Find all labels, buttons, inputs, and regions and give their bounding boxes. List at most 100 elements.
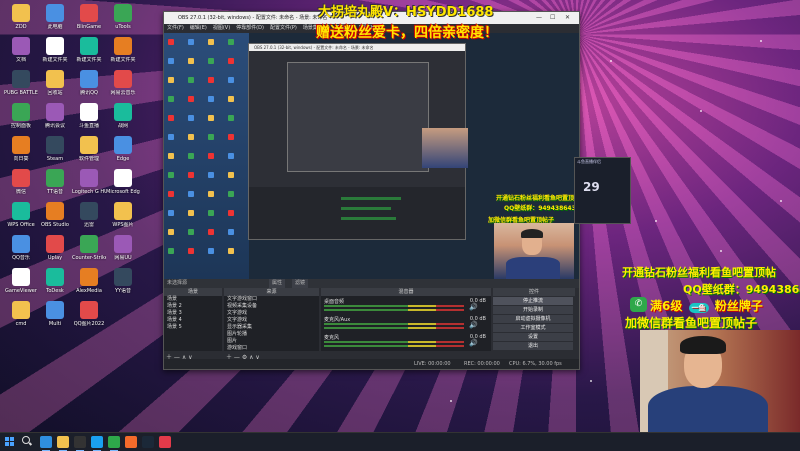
speaker-icon[interactable]: 🔊 [469, 303, 478, 311]
desktop-icon[interactable]: Multi [38, 301, 72, 327]
mixer-channel[interactable]: 麦克风/Aux 0.0 dB 🔊 [324, 316, 488, 333]
desktop-icon[interactable]: 回收站 [38, 70, 72, 96]
speaker-icon[interactable]: 🔊 [469, 321, 478, 329]
volume-meter [324, 345, 464, 347]
scene-item[interactable]: 场景 5 [164, 324, 222, 331]
obs-menu-item[interactable]: 文件(F) [167, 25, 184, 31]
wechat-icon[interactable] [108, 436, 120, 451]
source-item[interactable]: 视频采集设备 [224, 303, 319, 310]
scene-item[interactable]: 场景 3 [164, 310, 222, 317]
desktop-icon[interactable]: 战网 [106, 103, 140, 129]
desktop-icon-label: 微信 [15, 189, 26, 195]
scene-item[interactable]: 场景 4 [164, 317, 222, 324]
obs-menu-item[interactable]: 视图(V) [213, 25, 230, 31]
sources-list[interactable]: 文字游戏窗口 视频采集设备 文字游戏 文字游戏 显示器采集 图片轮播 图片 游戏窗口 [224, 296, 319, 351]
live-companion-window[interactable]: 斗鱼直播伴侣 29 [574, 157, 631, 224]
desktop-icon-label: 控制面板 [10, 123, 31, 129]
desktop-icon[interactable]: ZDD [4, 4, 38, 30]
desktop-icon[interactable]: BlinGame [72, 4, 106, 30]
preview-overlay-qq: QQ壁纸群：949438643 [504, 205, 576, 212]
desktop-icon[interactable]: QQ音乐 [4, 235, 38, 261]
desktop-icon[interactable]: 网易云音乐 [106, 70, 140, 96]
obs-menu-item[interactable]: 编辑(E) [190, 25, 207, 31]
steam-icon[interactable] [142, 436, 154, 448]
scene-item[interactable]: 场景 2 [164, 303, 222, 310]
scene-item[interactable]: 场景 [164, 296, 222, 303]
desktop-icon[interactable]: cmd [4, 301, 38, 327]
audio-mixer[interactable]: 桌面音频 0.0 dB 🔊 麦克风/Aux 0.0 dB 🔊 麦克风 0.0 dB 🔊 [321, 296, 491, 351]
obs-menu-item[interactable]: 配置文件(P) [270, 25, 297, 31]
desktop-icon[interactable]: 此电脑 [38, 4, 72, 30]
source-item[interactable]: 图片 [224, 338, 319, 345]
desktop-icon[interactable]: 斗鱼直播 [72, 103, 106, 129]
desktop-icon-label: 新建文件夹 [42, 57, 68, 63]
scenes-list[interactable]: 场景 场景 2 场景 3 场景 4 场景 5 [164, 296, 222, 351]
desktop-icon[interactable]: GameViewer [4, 268, 38, 294]
control-button[interactable]: 启动虚拟摄像机 [493, 315, 573, 323]
desktop-icon[interactable]: Uplay [38, 235, 72, 261]
desktop-icon[interactable]: PUBG BATTLEGROUNDS [4, 70, 38, 96]
desktop-icon[interactable]: Counter-Strike [72, 235, 106, 261]
music-icon[interactable] [159, 436, 171, 448]
minimize-icon[interactable]: — [536, 12, 542, 24]
desktop-icon[interactable]: AlexMedia [72, 268, 106, 294]
explorer-icon[interactable] [57, 436, 69, 451]
desktop-icon[interactable]: Edge [106, 136, 140, 162]
speaker-icon[interactable]: 🔊 [469, 339, 478, 347]
search-icon[interactable] [22, 436, 30, 444]
control-button[interactable]: 开始录制 [493, 306, 573, 314]
source-item[interactable]: 游戏窗口 [224, 345, 319, 352]
source-item[interactable]: 文字游戏窗口 [224, 296, 319, 303]
desktop-icon[interactable]: WPS图片 [106, 202, 140, 228]
obs-menu-item[interactable]: 停靠部件(D) [236, 25, 264, 31]
desktop-icon[interactable]: WPS Office [4, 202, 38, 228]
desktop-icon[interactable]: QQ图片2022 [72, 301, 106, 327]
desktop-icon[interactable]: 腾讯会议 [38, 103, 72, 129]
source-item[interactable]: 文字游戏 [224, 310, 319, 317]
desktop-icon[interactable]: 软件管理 [72, 136, 106, 162]
desktop-icon[interactable]: 腾讯QQ [72, 70, 106, 96]
desktop-icon[interactable]: 新建文件夹 [106, 37, 140, 63]
maximize-icon[interactable]: ☐ [550, 12, 555, 24]
control-button[interactable]: 设置 [493, 333, 573, 341]
desktop-icon[interactable]: Microsoft Edge [106, 169, 140, 195]
windows-start-icon[interactable] [5, 437, 14, 446]
desktop-icon[interactable]: 微信 [4, 169, 38, 195]
desktop-icon[interactable]: 控制面板 [4, 103, 38, 129]
edge-icon[interactable] [40, 436, 52, 451]
obs-preview[interactable]: OBS 27.0.1 (32-bit, windows) - 配置文件: 未命名… [164, 33, 579, 279]
desktop-icon-label: 网易云音乐 [110, 90, 136, 96]
desktop-icon[interactable]: uTools [106, 4, 140, 30]
douyu-icon[interactable] [125, 436, 137, 448]
desktop-icon[interactable]: ToDesk [38, 268, 72, 294]
desktop-icon[interactable]: 迅雷 [72, 202, 106, 228]
control-button[interactable]: 退出 [493, 342, 573, 350]
desktop-icon[interactable]: Logitech G HUB [72, 169, 106, 195]
control-button[interactable]: 停止推流 [493, 297, 573, 305]
obs-icon[interactable] [74, 436, 86, 451]
desktop-icon[interactable]: TT语音 [38, 169, 72, 195]
desktop-icon[interactable]: 网易UU [106, 235, 140, 261]
mixer-channel[interactable]: 麦克风 0.0 dB 🔊 [324, 334, 488, 351]
desktop-icon[interactable]: Steam [38, 136, 72, 162]
filters-button[interactable]: 滤镜 [292, 279, 309, 288]
desktop-icon-label: 软件管理 [78, 156, 99, 162]
source-item[interactable]: 显示器采集 [224, 324, 319, 331]
obs-window[interactable]: OBS 27.0.1 (32-bit, windows) - 配置文件: 未命名… [163, 11, 580, 370]
volume-meter [324, 305, 464, 307]
desktop-icon[interactable]: 向日葵 [4, 136, 38, 162]
mixer-channel[interactable]: 桌面音频 0.0 dB 🔊 [324, 298, 488, 315]
desktop-icon[interactable]: OBS Studio [38, 202, 72, 228]
desktop-icon-label: QQ图片2022 [73, 321, 105, 327]
source-item[interactable]: 文字游戏 [224, 317, 319, 324]
desktop-icon[interactable]: YY语音 [106, 268, 140, 294]
desktop-icon[interactable]: 新建文件夹 [72, 37, 106, 63]
properties-button[interactable]: 属性 [269, 279, 286, 288]
close-icon[interactable]: ✕ [565, 12, 570, 24]
desktop-icon[interactable]: 新建文件夹 [38, 37, 72, 63]
nested-webcam [422, 128, 468, 168]
source-item[interactable]: 图片轮播 [224, 331, 319, 338]
desktop-icon[interactable]: 文档 [4, 37, 38, 63]
control-button[interactable]: 工作室模式 [493, 324, 573, 332]
qq-icon[interactable] [91, 436, 103, 451]
